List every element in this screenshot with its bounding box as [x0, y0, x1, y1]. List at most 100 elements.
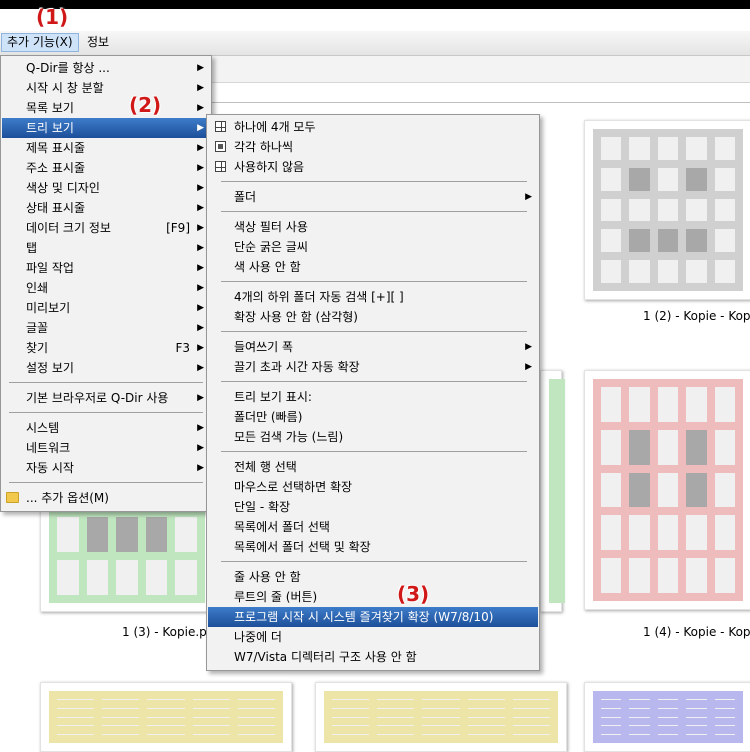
- thumbnail-pixel: [512, 716, 550, 718]
- menu-item-사용하지-않음[interactable]: 사용하지 않음: [208, 157, 538, 177]
- thumbnail-pixel: [657, 716, 679, 718]
- menu-item-label: 루트의 줄 (버튼): [234, 590, 318, 604]
- menu-item-추가-옵션-m[interactable]: ... 추가 옵션(M): [2, 488, 210, 508]
- menu-item-label: 기본 브라우저로 Q-Dir 사용: [26, 391, 169, 405]
- thumbnail-pixel: [102, 725, 140, 727]
- submenu-arrow-icon: ▶: [197, 203, 204, 213]
- menu-item-시스템[interactable]: 시스템 ▶: [2, 418, 210, 438]
- thumbnail-pixel: [629, 429, 650, 465]
- submenu-arrow-icon: ▶: [197, 83, 204, 93]
- menu-item-확장-사용-안-함-삼각형[interactable]: 확장 사용 안 함 (삼각형): [208, 307, 538, 327]
- thumbnail-pixel: [686, 387, 707, 422]
- submenu-arrow-icon: ▶: [197, 393, 204, 403]
- menu-item-트리-보기-표시[interactable]: 트리 보기 표시:: [208, 387, 538, 407]
- menu-item-설정-보기[interactable]: 설정 보기 ▶: [2, 358, 210, 378]
- submenu-arrow-icon: ▶: [197, 103, 204, 113]
- menu-item-폴더만-빠름[interactable]: 폴더만 (빠름): [208, 407, 538, 427]
- thumbnail-pixel: [237, 734, 275, 735]
- menu-item-단일-확장[interactable]: 단일 - 확장: [208, 497, 538, 517]
- menu-item-label: 트리 보기: [26, 121, 74, 135]
- menu-item-label: 상태 표시줄: [26, 201, 86, 215]
- thumbnail-image[interactable]: [315, 682, 567, 752]
- menu-item-label: 폴더: [234, 190, 257, 204]
- menu-item-label: 설정 보기: [26, 361, 74, 375]
- menu-item-네트워크[interactable]: 네트워크 ▶: [2, 438, 210, 458]
- menu-item-트리-보기[interactable]: 트리 보기 ▶: [2, 118, 210, 138]
- thumbnail-caption[interactable]: 1 (4) - Kopie - Kopie.: [643, 625, 750, 639]
- menu-item-시작-시-창-분할[interactable]: 시작 시 창 분할 ▶: [2, 78, 210, 98]
- menu-item-label: 줄 사용 안 함: [234, 570, 301, 584]
- menu-item-프로그램-시작-시-시스템-즐겨찾기-확장-w7-8-10[interactable]: 프로그램 시작 시 시스템 즐겨찾기 확장 (W7/8/10): [208, 607, 538, 627]
- menu-item-각각-하나씩[interactable]: 각각 하나씩: [208, 137, 538, 157]
- thumbnail-pixel: [57, 716, 95, 718]
- thumbnail-pixel: [192, 707, 230, 709]
- menu-item-색-사용-안-함[interactable]: 색 사용 안 함: [208, 257, 538, 277]
- menu-item-4개의-하위-폴더-자동-검색[interactable]: 4개의 하위 폴더 자동 검색 [+][ ]: [208, 287, 538, 307]
- menu-item-목록-보기[interactable]: 목록 보기 ▶: [2, 98, 210, 118]
- thumbnail-pixel: [686, 734, 707, 735]
- menu-item-색상-및-디자인[interactable]: 색상 및 디자인 ▶: [2, 178, 210, 198]
- thumbnail-pixel: [629, 167, 650, 191]
- menu-item-label: 인쇄: [26, 281, 49, 295]
- menu-item-w7-vista-디렉터리-구조-사용-안-함[interactable]: W7/Vista 디렉터리 구조 사용 안 함: [208, 647, 538, 667]
- menu-item-루트의-줄-버튼[interactable]: 루트의 줄 (버튼): [208, 587, 538, 607]
- menu-separator: [221, 451, 527, 452]
- menu-item-상태-표시줄[interactable]: 상태 표시줄 ▶: [2, 198, 210, 218]
- menu-item-단순-굵은-글씨[interactable]: 단순 굵은 글씨: [208, 237, 538, 257]
- menu-item-label: 들여쓰기 폭: [234, 340, 294, 354]
- menu-item-제목-표시줄[interactable]: 제목 표시줄 ▶: [2, 138, 210, 158]
- thumbnail-pixel: [102, 707, 140, 709]
- menu-item-끌기-초과-시간-자동-확장[interactable]: 끌기 초과 시간 자동 확장 ▶: [208, 357, 538, 377]
- menu-item-전체-행-선택[interactable]: 전체 행 선택: [208, 457, 538, 477]
- menu-item-데이터-크기-정보[interactable]: 데이터 크기 정보 [F9] ▶: [2, 218, 210, 238]
- thumbnail-pixel: [377, 699, 415, 700]
- menu-item-폴더[interactable]: 폴더 ▶: [208, 187, 538, 207]
- menu-item-목록에서-폴더-선택[interactable]: 목록에서 폴더 선택: [208, 517, 538, 537]
- menu-item-줄-사용-안-함[interactable]: 줄 사용 안 함: [208, 567, 538, 587]
- submenu-arrow-icon: ▶: [197, 263, 204, 273]
- menu-separator: [221, 281, 527, 282]
- thumbnail-pixel: [629, 260, 650, 283]
- thumbnail-image[interactable]: [40, 682, 292, 752]
- menu-item-label: 색상 필터 사용: [234, 220, 308, 234]
- thumbnail-pixel: [686, 429, 707, 465]
- thumbnail-pixel: [714, 734, 735, 735]
- menu-item-label: 제목 표시줄: [26, 141, 86, 155]
- thumbnail-pixel: [422, 734, 460, 735]
- menu-item-색상-필터-사용[interactable]: 색상 필터 사용: [208, 217, 538, 237]
- menu-item-label: 4개의 하위 폴더 자동 검색 [+][ ]: [234, 290, 404, 304]
- thumbnail-pixel: [714, 167, 735, 191]
- thumbnail-image[interactable]: [540, 370, 565, 612]
- menu-item-미리보기[interactable]: 미리보기 ▶: [2, 298, 210, 318]
- thumbnail-pixel: [601, 429, 622, 465]
- menu-item-기본-브라우저로-q-dir-사용[interactable]: 기본 브라우저로 Q-Dir 사용 ▶: [2, 388, 210, 408]
- menu-item-파일-작업[interactable]: 파일 작업 ▶: [2, 258, 210, 278]
- thumbnail-image[interactable]: [584, 370, 750, 610]
- menu-info[interactable]: 정보: [82, 34, 114, 51]
- thumbnail-pixel: [601, 716, 622, 718]
- thumbnail-caption[interactable]: 1 (2) - Kopie - Kopie.: [643, 309, 750, 323]
- menu-item-목록에서-폴더-선택-및-확장[interactable]: 목록에서 폴더 선택 및 확장: [208, 537, 538, 557]
- menu-item-찾기[interactable]: 찾기 F3 ▶: [2, 338, 210, 358]
- thumbnail-image[interactable]: [584, 682, 750, 752]
- menu-item-하나에-4개-모두[interactable]: 하나에 4개 모두: [208, 117, 538, 137]
- menu-item-q-dir를-항상[interactable]: Q-Dir를 항상 ... ▶: [2, 58, 210, 78]
- menu-item-들여쓰기-폭[interactable]: 들여쓰기 폭 ▶: [208, 337, 538, 357]
- menu-item-탭[interactable]: 탭 ▶: [2, 238, 210, 258]
- menu-separator: [221, 181, 527, 182]
- menu-item-자동-시작[interactable]: 자동 시작 ▶: [2, 458, 210, 478]
- menu-item-마우스로-선택하면-확장[interactable]: 마우스로 선택하면 확장: [208, 477, 538, 497]
- thumbnail-pixel: [601, 167, 622, 191]
- address-bar[interactable]: [212, 86, 750, 103]
- thumbnail-pixel: [686, 707, 707, 709]
- menu-item-인쇄[interactable]: 인쇄 ▶: [2, 278, 210, 298]
- thumbnail-pixel: [601, 472, 622, 508]
- menu-item-주소-표시줄[interactable]: 주소 표시줄 ▶: [2, 158, 210, 178]
- thumbnail-image[interactable]: [584, 120, 750, 300]
- menu-item-모든-검색-가능-느림[interactable]: 모든 검색 가능 (느림): [208, 427, 538, 447]
- thumbnail-pixel: [192, 716, 230, 718]
- menu-item-글꼴[interactable]: 글꼴 ▶: [2, 318, 210, 338]
- menu-extras[interactable]: 추가 기능(X): [1, 33, 79, 52]
- menu-item-나중에-더[interactable]: 나중에 더: [208, 627, 538, 647]
- thumbnail-pixel: [657, 387, 679, 422]
